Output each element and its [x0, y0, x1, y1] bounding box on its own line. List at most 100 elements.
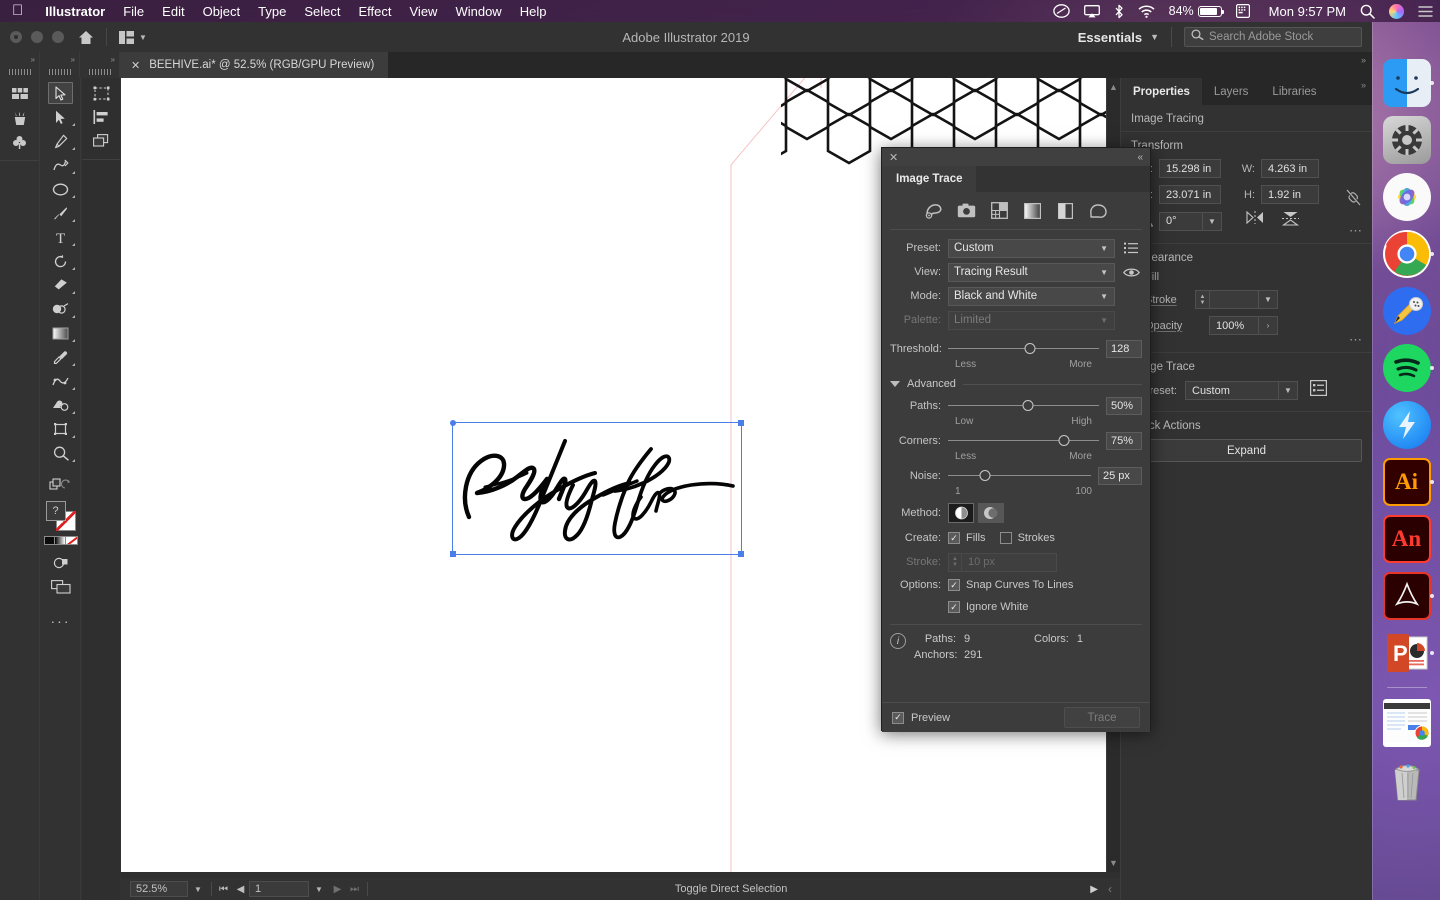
clover-icon[interactable] — [0, 130, 39, 154]
rotate-tool-icon[interactable] — [41, 249, 80, 273]
gradient-tool-icon[interactable] — [41, 321, 80, 345]
dock-item-trash[interactable] — [1379, 751, 1435, 808]
menu-item-window[interactable]: Window — [446, 4, 510, 19]
apple-menu-icon[interactable]:  — [0, 3, 36, 18]
expand-panel-icon[interactable]: » — [1361, 80, 1366, 90]
selected-signature-bounds[interactable] — [452, 422, 742, 555]
status-collapse-icon[interactable]: ‹ — [1108, 882, 1112, 896]
paths-slider[interactable] — [948, 395, 1099, 416]
h-input[interactable]: 1.92 in — [1261, 185, 1319, 204]
opacity-input[interactable]: 100% — [1209, 316, 1259, 335]
unlink-proportions-icon[interactable] — [1345, 188, 1362, 212]
creative-cloud-icon[interactable] — [1046, 4, 1077, 18]
dock-item-spark-mail[interactable] — [1379, 396, 1435, 453]
appearance-more-options-icon[interactable]: ⋯ — [1349, 332, 1363, 348]
screen-mode-icon[interactable] — [41, 575, 80, 599]
black-and-white-icon[interactable] — [1056, 201, 1076, 221]
outline-icon[interactable] — [1089, 201, 1109, 221]
paintbrush-cup-icon[interactable] — [0, 106, 39, 130]
blend-tool-icon[interactable] — [41, 369, 80, 393]
strokes-checkbox[interactable]: ✓ — [1000, 532, 1012, 544]
paintbrush-tool-icon[interactable] — [41, 201, 80, 225]
expand-button[interactable]: Expand — [1131, 439, 1362, 462]
airplay-icon[interactable] — [1077, 5, 1107, 18]
home-icon[interactable] — [78, 30, 94, 45]
control-center-icon[interactable] — [1411, 5, 1440, 18]
workspace-switcher[interactable]: Essentials — [1078, 30, 1142, 45]
document-tab[interactable]: ✕ BEEHIVE.ai* @ 52.5% (RGB/GPU Preview) — [120, 52, 388, 78]
high-color-icon[interactable] — [957, 201, 977, 221]
fill-and-stroke-swatches[interactable]: ? — [46, 501, 76, 531]
flip-horizontal-icon[interactable] — [1246, 211, 1264, 231]
curvature-tool-icon[interactable] — [41, 153, 80, 177]
zoom-level-input[interactable]: 52.5% — [130, 881, 188, 897]
first-page-icon[interactable]: ⏮ — [215, 884, 232, 895]
dock-item-sketch-notes[interactable] — [1379, 282, 1435, 339]
symbol-sprayer-tool-icon[interactable] — [41, 393, 80, 417]
prev-page-icon[interactable]: ◀ — [232, 884, 249, 895]
menu-item-object[interactable]: Object — [194, 4, 250, 19]
opacity-options-icon[interactable]: › — [1259, 316, 1278, 335]
scroll-up-icon[interactable]: ▲ — [1107, 82, 1120, 92]
dock-item-minimized-window[interactable] — [1379, 694, 1435, 751]
w-input[interactable]: 4.263 in — [1261, 159, 1319, 178]
collapse-panel-icon[interactable]: « — [1137, 152, 1143, 163]
angle-input[interactable]: 0° — [1159, 212, 1203, 231]
search-adobe-stock-input[interactable]: Search Adobe Stock — [1184, 27, 1362, 47]
toolbar-header-2[interactable]: » — [40, 52, 80, 78]
x-input[interactable]: 15.298 in — [1159, 159, 1221, 178]
stroke-weight-input[interactable] — [1209, 290, 1259, 309]
status-expand-icon[interactable]: ▶ — [1090, 884, 1098, 895]
grayscale-icon[interactable] — [1023, 201, 1043, 221]
resize-handle-top-right[interactable] — [738, 420, 744, 426]
siri-icon[interactable] — [1382, 4, 1411, 19]
zoom-tool-icon[interactable] — [41, 441, 80, 465]
ignore-white-checkbox[interactable]: ✓ — [948, 601, 960, 613]
pen-tool-icon[interactable] — [41, 129, 80, 153]
y-input[interactable]: 23.071 in — [1159, 185, 1221, 204]
arrange-documents-button[interactable]: ▼ — [119, 31, 147, 44]
preset-select[interactable]: Custom — [1185, 381, 1279, 400]
artboard-grid-icon[interactable] — [0, 82, 39, 106]
eraser-tool-icon[interactable] — [41, 273, 80, 297]
low-color-icon[interactable] — [990, 201, 1010, 221]
wifi-icon[interactable] — [1131, 5, 1162, 18]
close-icon[interactable]: ✕ — [131, 59, 140, 72]
menu-item-edit[interactable]: Edit — [153, 4, 193, 19]
dock-item-finder[interactable] — [1379, 54, 1435, 111]
image-trace-panel[interactable]: ✕ « Image Trace Pre — [881, 147, 1151, 731]
shape-builder-tool-icon[interactable] — [41, 297, 80, 321]
color-mode-swatches[interactable] — [44, 536, 78, 545]
stroke-weight-stepper[interactable]: ▲▼ — [1195, 290, 1209, 309]
transform-more-options-icon[interactable]: ⋯ — [1349, 223, 1363, 239]
close-window-button[interactable] — [10, 31, 22, 43]
spotlight-search-icon[interactable] — [1353, 4, 1382, 19]
dock-item-google-chrome[interactable] — [1379, 225, 1435, 282]
dock-item-photos[interactable] — [1379, 168, 1435, 225]
maximize-window-button[interactable] — [52, 31, 64, 43]
menu-item-select[interactable]: Select — [295, 4, 349, 19]
menu-item-view[interactable]: View — [401, 4, 447, 19]
zoom-dropdown-icon[interactable]: ▼ — [188, 885, 208, 894]
tab-libraries[interactable]: Libraries — [1260, 78, 1328, 105]
battery-indicator[interactable]: 84% — [1162, 4, 1229, 18]
paths-slider-knob[interactable] — [1023, 400, 1034, 411]
ellipse-tool-icon[interactable] — [41, 177, 80, 201]
corners-slider[interactable] — [948, 430, 1099, 451]
more-tools-icon[interactable]: ··· — [41, 609, 80, 633]
menu-item-help[interactable]: Help — [511, 4, 556, 19]
scroll-down-icon[interactable]: ▼ — [1107, 858, 1120, 868]
view-select[interactable]: Tracing Result▼ — [948, 263, 1115, 282]
align-icon[interactable] — [82, 105, 120, 129]
last-page-icon[interactable]: ⏭ — [346, 884, 363, 895]
keyboard-input-icon[interactable] — [1229, 4, 1257, 18]
noise-input[interactable]: 25 px — [1098, 467, 1142, 485]
auto-color-icon[interactable] — [924, 201, 944, 221]
noise-slider-knob[interactable] — [980, 470, 991, 481]
threshold-input[interactable]: 128 — [1106, 340, 1142, 358]
fills-checkbox[interactable]: ✓ — [948, 532, 960, 544]
resize-handle-top-left[interactable] — [450, 420, 456, 426]
dock-item-adobe-acrobat[interactable] — [1379, 567, 1435, 624]
trace-button[interactable]: Trace — [1064, 707, 1140, 728]
eye-icon[interactable] — [1120, 267, 1142, 278]
